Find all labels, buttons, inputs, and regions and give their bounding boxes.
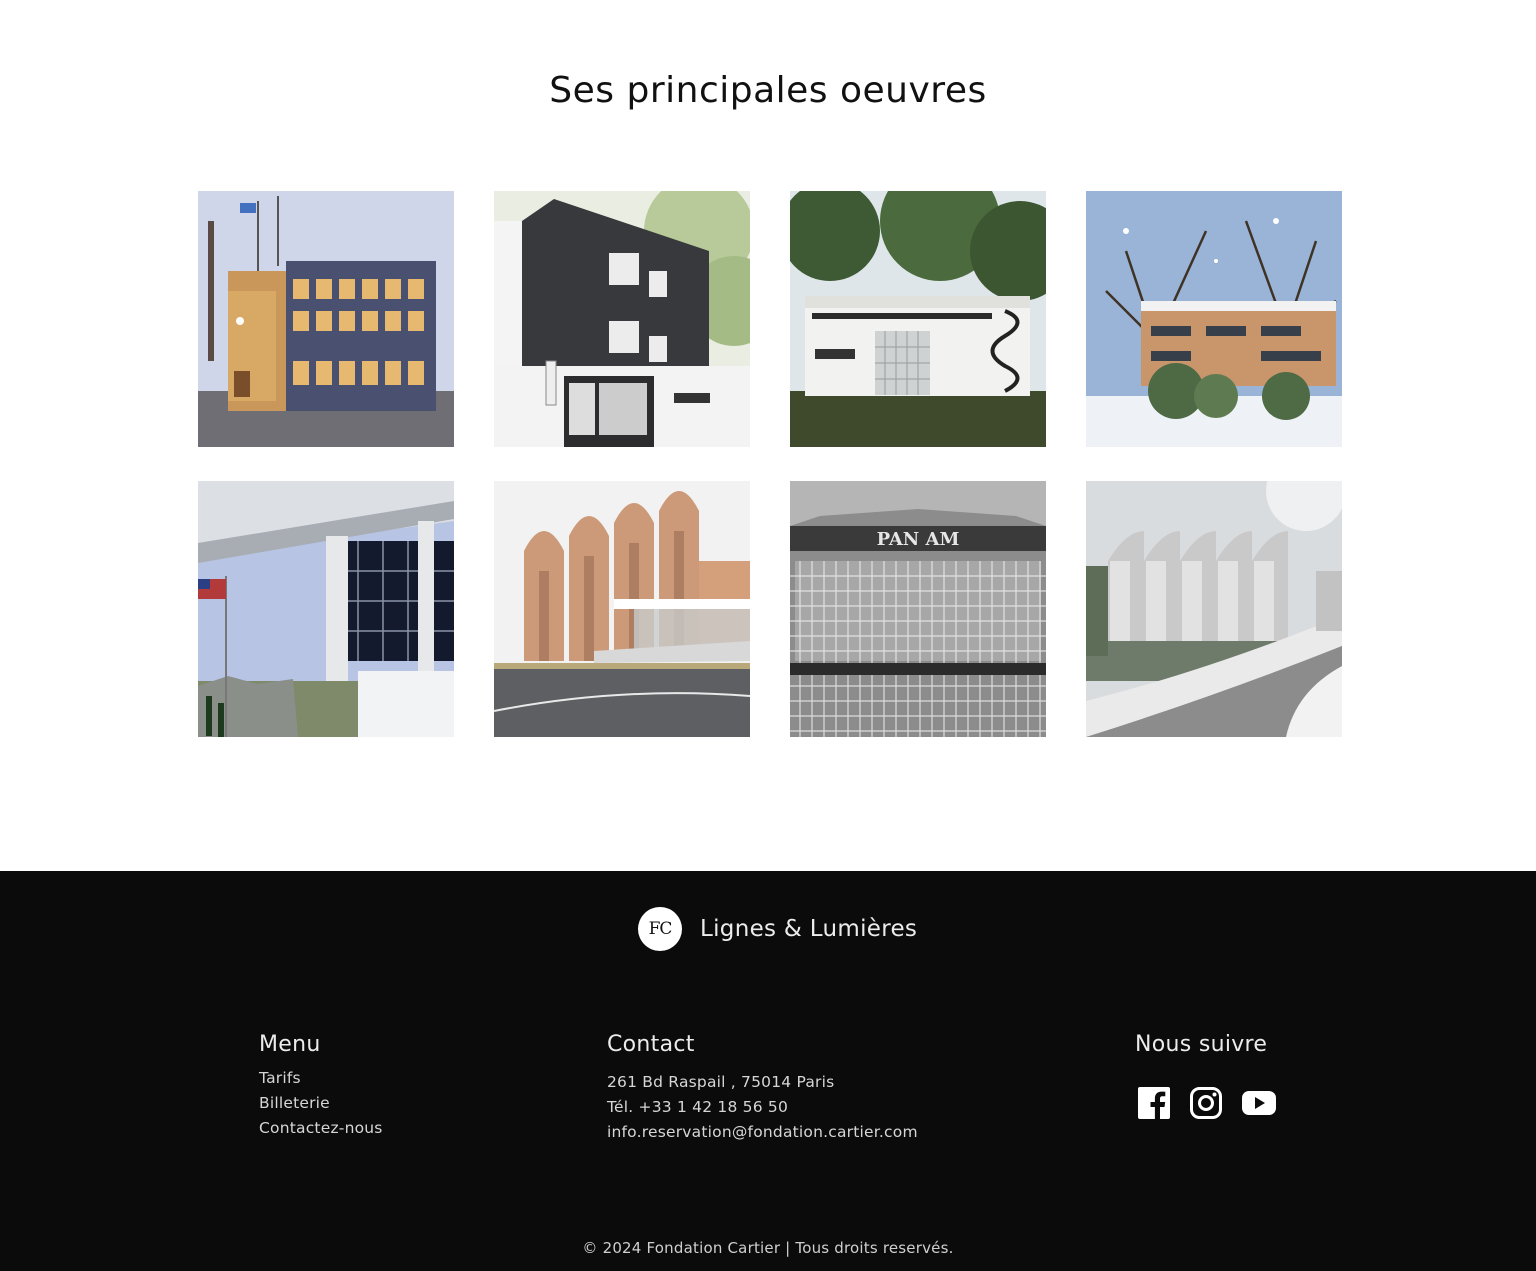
archive-building-photo[interactable] (1086, 481, 1342, 737)
white-villa-photo[interactable] (790, 191, 1046, 447)
follow-title: Nous suivre (1135, 1032, 1268, 1057)
temple-building-photo[interactable] (494, 481, 750, 737)
youtube-icon[interactable] (1241, 1090, 1277, 1116)
brand-logo: FC (638, 907, 682, 951)
factory-building-photo[interactable] (198, 191, 454, 447)
contact-address: 261 Bd Raspail , 75014 Paris (607, 1073, 835, 1091)
footer-brand[interactable]: FC Lignes & Lumières (638, 907, 917, 951)
copyright-text: © 2024 Fondation Cartier | Tous droits r… (582, 1239, 954, 1257)
menu-link-billeterie[interactable]: Billeterie (259, 1094, 330, 1112)
menu-item-billeterie[interactable]: Billeterie (259, 1091, 383, 1116)
svg-text:PAN AM: PAN AM (877, 529, 960, 550)
snow-house-photo[interactable] (1086, 191, 1342, 447)
panam-tower-photo[interactable]: PAN AM (790, 481, 1046, 737)
menu-title: Menu (259, 1032, 321, 1057)
menu-link-tarifs[interactable]: Tarifs (259, 1069, 301, 1087)
brand-name: Lignes & Lumières (700, 916, 918, 942)
works-title: Ses principales oeuvres (549, 70, 987, 111)
social-links (1137, 1086, 1295, 1120)
works-gallery: PAN AM (198, 191, 1344, 737)
menu-link-contactez-nous[interactable]: Contactez-nous (259, 1119, 383, 1137)
glass-building-photo[interactable] (198, 481, 454, 737)
facebook-icon[interactable] (1137, 1086, 1171, 1120)
contact-list: 261 Bd Raspail , 75014 Paris Tél. +33 1 … (607, 1070, 918, 1145)
contact-title: Contact (607, 1032, 695, 1057)
menu-list: Tarifs Billeterie Contactez-nous (259, 1066, 383, 1141)
menu-item-contact[interactable]: Contactez-nous (259, 1116, 383, 1141)
instagram-icon[interactable] (1189, 1086, 1223, 1120)
contact-email[interactable]: info.reservation@fondation.cartier.com (607, 1120, 918, 1145)
site-footer: FC Lignes & Lumières Menu Tarifs Billete… (0, 871, 1536, 1271)
works-section: Ses principales oeuvres PAN AM (0, 0, 1536, 871)
dark-house-photo[interactable] (494, 191, 750, 447)
contact-phone[interactable]: Tél. +33 1 42 18 56 50 (607, 1095, 918, 1120)
menu-item-tarifs[interactable]: Tarifs (259, 1066, 383, 1091)
